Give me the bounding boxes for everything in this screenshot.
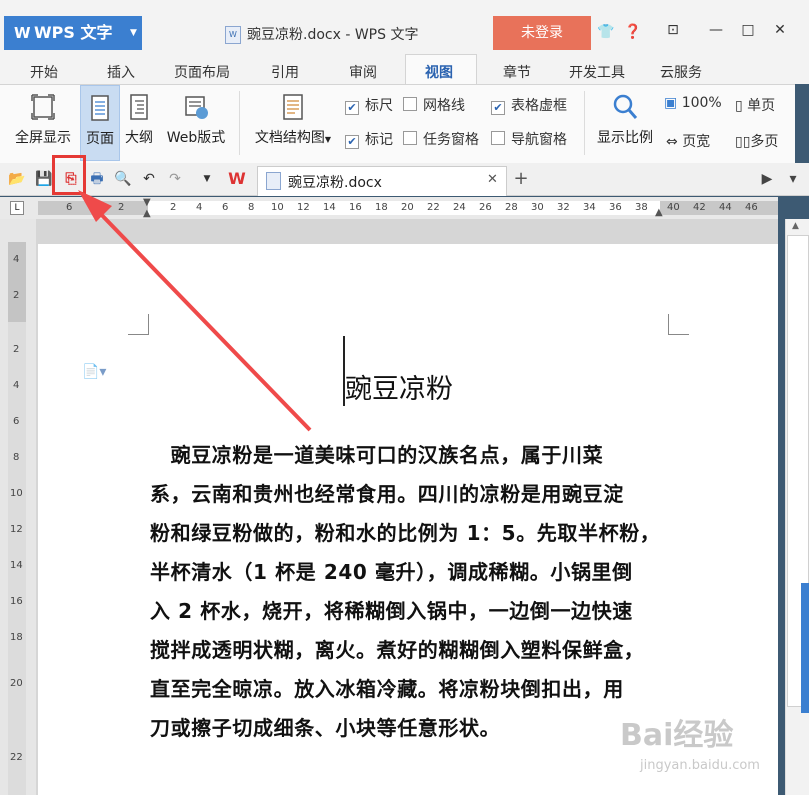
annotation-arrow bbox=[78, 190, 312, 432]
